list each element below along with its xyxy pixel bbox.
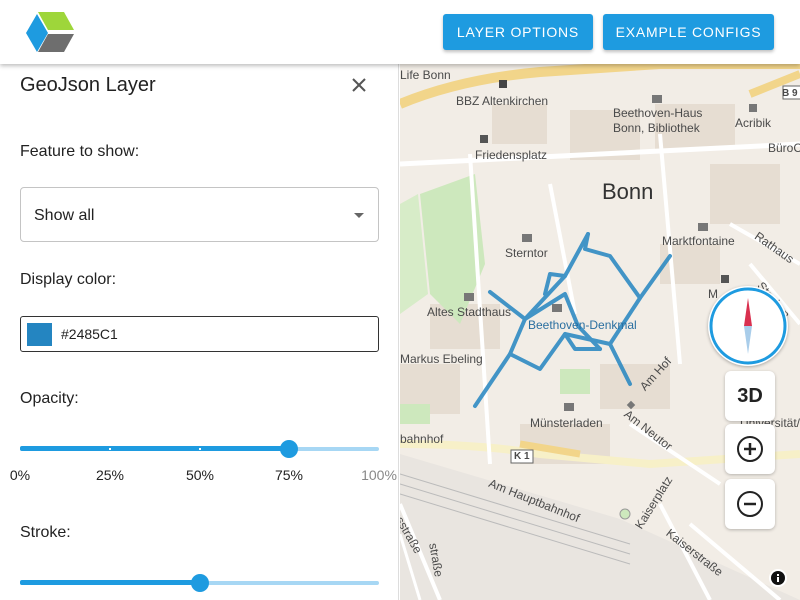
zoom-in-icon [737,436,763,462]
panel-title: GeoJson Layer [20,74,156,96]
map-label: B 9 [782,88,798,99]
slider-mark [109,448,111,450]
opacity-mark-label: 75% [274,467,304,483]
attribution-info-button[interactable] [769,569,787,587]
stroke-slider-thumb[interactable] [190,574,209,592]
compass-icon [709,287,787,365]
map-label: Beethoven-Haus [613,106,703,120]
slider-mark [199,448,201,450]
stroke-label: Stroke: [20,524,71,541]
color-swatch[interactable] [27,323,52,346]
map-label: Markus Ebeling [400,352,483,366]
dropdown-arrow-icon [354,213,364,218]
map-label-city: Bonn [602,179,654,204]
feature-select-value: Show all [34,207,95,224]
map-label: Altes Stadthaus [427,305,512,319]
map-label: Bonn, Bibliothek [613,121,700,135]
zoom-in-button[interactable] [725,424,775,474]
map-label: Beethoven-Denkmal [528,318,637,332]
map-label: Life Bonn [400,68,451,82]
opacity-slider-track [20,446,290,451]
feature-label: Feature to show: [20,143,140,160]
feature-select[interactable]: Show all [20,187,379,242]
close-icon [352,78,366,92]
info-icon [771,571,785,585]
map-label: Acribik [735,116,772,130]
toggle-3d-button[interactable]: 3D [725,371,775,421]
bus-icon [721,275,729,283]
map-label: BBZ Altenkirchen [456,94,549,108]
close-panel-button[interactable] [346,72,372,98]
map-label: bahnhof [400,432,444,446]
opacity-mark-label: 100% [361,467,397,483]
map-label: Friedensplatz [475,148,548,162]
opacity-mark-label: 0% [9,467,31,483]
stroke-slider-track [20,580,200,585]
opacity-slider[interactable] [20,439,379,459]
app-root: LAYER OPTIONS EXAMPLE CONFIGS GeoJson La… [0,0,800,600]
map-label: K 1 [514,451,530,462]
opacity-label: Opacity: [20,390,79,407]
display-color-label: Display color: [20,271,117,288]
compass-button[interactable] [708,286,788,366]
map-label: Sterntor [505,246,548,260]
map-view[interactable]: Life Bonn BBZ Altenkirchen Beethoven-Hau… [400,64,800,600]
opacity-mark-label: 25% [95,467,125,483]
opacity-slider-thumb[interactable] [280,440,299,458]
zoom-out-button[interactable] [725,479,775,529]
app-logo [26,12,74,52]
color-picker-field[interactable]: #2485C1 [20,316,379,352]
map-label: Marktfontaine [662,234,735,248]
map-label: Münsterladen [530,416,603,430]
bus-icon [480,135,488,143]
layer-settings-panel: GeoJson Layer Feature to show: Show all … [0,64,399,600]
stroke-slider[interactable] [20,573,379,593]
zoom-out-icon [737,491,763,517]
color-hex-value: #2485C1 [61,326,118,342]
layer-options-button[interactable]: LAYER OPTIONS [443,14,593,50]
opacity-mark-label: 50% [185,467,215,483]
top-app-bar: LAYER OPTIONS EXAMPLE CONFIGS [0,0,800,64]
bus-icon [499,80,507,88]
example-configs-button[interactable]: EXAMPLE CONFIGS [603,14,774,50]
map-label: BüroC [768,141,800,155]
